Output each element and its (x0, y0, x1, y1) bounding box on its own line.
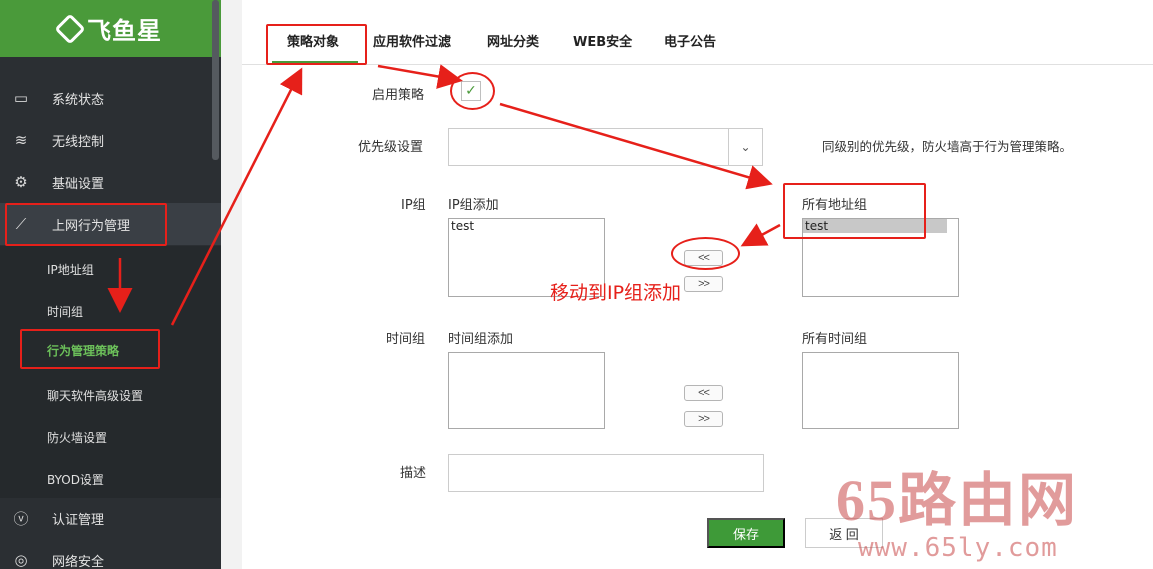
enable-policy-label: 启用策略 (372, 88, 425, 103)
app-root: 飞鱼星 ▭ 系统状态 ≋ 无线控制 ⚙ 基础设置 ⟋ 上网行为管理 IP地址组 … (0, 0, 1153, 569)
all-time-label: 所有时间组 (802, 332, 868, 347)
submenu-chat-advanced[interactable]: 聊天软件高级设置 (47, 383, 143, 407)
all-time-list[interactable] (802, 352, 959, 429)
annotation-box-tab (266, 24, 367, 65)
chevron-down-icon[interactable]: ⌄ (728, 129, 762, 165)
verify-icon: ⓥ (13, 509, 29, 528)
time-move-right-button[interactable]: >> (684, 411, 723, 427)
save-button[interactable]: 保存 (707, 518, 785, 548)
description-input[interactable] (448, 454, 764, 492)
sidebar-item-label: 基础设置 (52, 176, 105, 192)
watermark-logo: 65路由网 (836, 468, 1079, 533)
tab-url-category[interactable]: 网址分类 (487, 31, 539, 50)
sidebar-item-label: 无线控制 (52, 134, 105, 150)
submenu-byod[interactable]: BYOD设置 (47, 467, 104, 491)
sidebar-item-label: 认证管理 (52, 512, 105, 528)
watermark-url: www.65ly.com (858, 533, 1058, 563)
sidebar: 飞鱼星 ▭ 系统状态 ≋ 无线控制 ⚙ 基础设置 ⟋ 上网行为管理 IP地址组 … (0, 0, 221, 569)
sidebar-item-label: 网络安全 (52, 554, 105, 569)
annotation-text: 移动到IP组添加 (550, 282, 682, 304)
sidebar-item-system-status[interactable]: ▭ 系统状态 (0, 77, 221, 119)
priority-select[interactable]: ⌄ (448, 128, 763, 166)
time-group-add-list[interactable] (448, 352, 605, 429)
tab-app-filter[interactable]: 应用软件过滤 (373, 31, 451, 50)
description-label: 描述 (400, 466, 427, 481)
ip-group-add-label: IP组添加 (448, 198, 499, 213)
priority-label: 优先级设置 (358, 140, 424, 155)
sidebar-item-network-security[interactable]: ◎ 网络安全 (0, 539, 221, 569)
tab-web-security[interactable]: WEB安全 (573, 31, 632, 50)
tab-bulletin[interactable]: 电子公告 (664, 31, 716, 50)
brand-logo: 飞鱼星 (0, 0, 221, 57)
submenu-firewall[interactable]: 防火墙设置 (47, 425, 107, 449)
submenu-panel (0, 246, 221, 498)
sidebar-item-basic-settings[interactable]: ⚙ 基础设置 (0, 161, 221, 203)
ip-group-label: IP组 (401, 198, 426, 213)
wifi-icon: ≋ (14, 131, 28, 149)
annotation-circle-checkbox (450, 72, 495, 110)
gear-icon: ⚙ (14, 173, 28, 191)
shield-icon: ◎ (14, 551, 28, 569)
submenu-time-group[interactable]: 时间组 (47, 299, 83, 323)
list-item[interactable]: test (449, 219, 604, 233)
monitor-icon: ▭ (13, 89, 29, 107)
sidebar-item-wireless[interactable]: ≋ 无线控制 (0, 119, 221, 161)
annotation-box-all-address (783, 183, 926, 239)
time-group-add-label: 时间组添加 (448, 332, 514, 347)
move-right-button[interactable]: >> (684, 276, 723, 292)
sidebar-item-label: 系统状态 (52, 92, 105, 108)
tab-bar: 策略对象 应用软件过滤 网址分类 WEB安全 电子公告 (242, 17, 1153, 65)
priority-hint: 同级别的优先级，防火墙高于行为管理策略。 (822, 139, 1073, 154)
time-group-label: 时间组 (386, 332, 426, 347)
time-move-left-button[interactable]: << (684, 385, 723, 401)
sidebar-item-auth[interactable]: ⓥ 认证管理 (0, 497, 221, 539)
logo-icon (54, 12, 86, 45)
annotation-circle-move-left (671, 237, 740, 270)
brand-name: 飞鱼星 (87, 17, 162, 45)
submenu-ip-group[interactable]: IP地址组 (47, 257, 94, 281)
annotation-box-submenu (20, 329, 160, 369)
annotation-box-sidebar-item (5, 203, 167, 246)
